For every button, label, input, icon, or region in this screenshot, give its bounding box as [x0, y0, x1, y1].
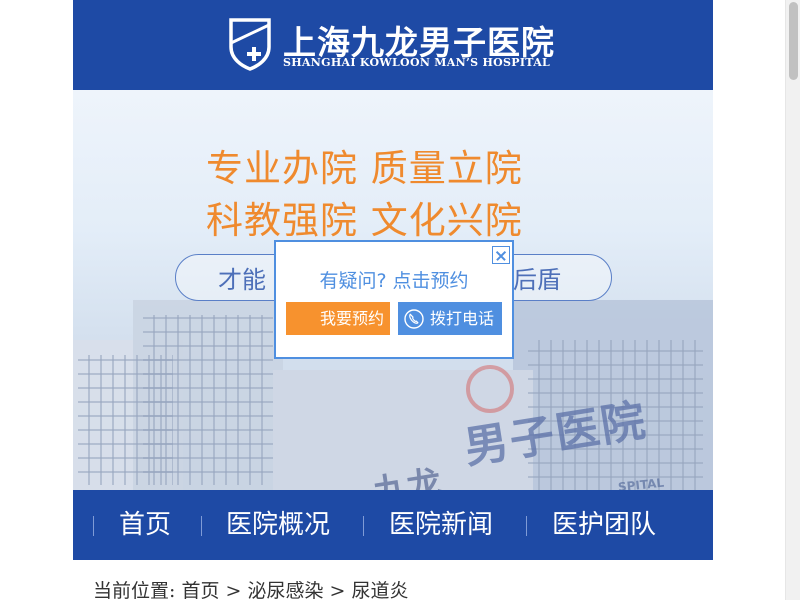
- nav-item-overview[interactable]: 医院概况: [226, 490, 330, 560]
- breadcrumb-prefix: 当前位置:: [93, 580, 176, 600]
- consult-popup: 有疑问? 点击预约 我要预约 拨打电话: [274, 240, 514, 359]
- breadcrumb-separator: >: [225, 580, 242, 600]
- site-header: 上海九龙男子医院 SHANGHAI KOWLOON MAN’S HOSPITAL: [73, 0, 713, 90]
- nav-item-home[interactable]: 首页: [119, 490, 171, 560]
- breadcrumb-category-link[interactable]: 泌尿感染: [247, 580, 323, 600]
- banner-slogan-2: 科教强院 文化兴院: [206, 199, 523, 242]
- breadcrumb: 当前位置: 首页 > 泌尿感染 > 尿道炎: [93, 576, 409, 600]
- scrollbar-thumb[interactable]: [789, 2, 798, 80]
- breadcrumb-home-link[interactable]: 首页: [181, 580, 219, 600]
- banner-pill-right-text: 后盾: [513, 266, 561, 294]
- book-button-label: 我要预约: [320, 309, 385, 328]
- call-button-label: 拨打电话: [430, 309, 495, 328]
- nav-separator: [93, 516, 94, 536]
- nav-separator: [363, 516, 364, 536]
- page-scrollbar[interactable]: [785, 0, 800, 600]
- popup-title: 有疑问? 点击预约: [319, 270, 469, 292]
- nav-separator: [526, 516, 527, 536]
- main-nav: 首页 医院概况 医院新闻 医护团队: [73, 490, 713, 560]
- breadcrumb-separator: >: [329, 580, 346, 600]
- nav-separator: [201, 516, 202, 536]
- building-windows: [78, 355, 173, 485]
- banner-pill-left-text: 才能: [218, 266, 266, 294]
- book-appointment-button[interactable]: 我要预约: [286, 302, 390, 335]
- nav-item-team[interactable]: 医护团队: [552, 490, 656, 560]
- logo-english-name: SHANGHAI KOWLOON MAN’S HOSPITAL: [283, 56, 551, 69]
- banner-slogan-1: 专业办院 质量立院: [206, 147, 523, 190]
- phone-icon: [404, 309, 424, 329]
- breadcrumb-current: 尿道炎: [351, 580, 409, 600]
- nav-item-news[interactable]: 医院新闻: [389, 490, 493, 560]
- close-icon[interactable]: [492, 246, 510, 264]
- shield-cross-icon: [229, 18, 271, 71]
- call-phone-button[interactable]: 拨打电话: [398, 302, 502, 335]
